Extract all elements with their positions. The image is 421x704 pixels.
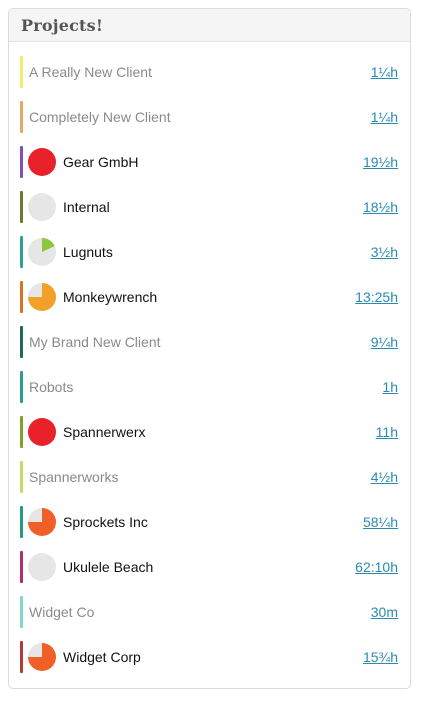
project-color-bar bbox=[20, 551, 23, 583]
project-row: A Really New Client 1¼h bbox=[9, 56, 410, 88]
project-hours-link[interactable]: 4½h bbox=[371, 461, 398, 493]
project-name: Ukulele Beach bbox=[63, 559, 154, 575]
project-name: A Really New Client bbox=[29, 64, 152, 80]
project-name: Robots bbox=[29, 379, 74, 395]
project-color-bar bbox=[20, 641, 23, 673]
project-color-bar bbox=[20, 101, 23, 133]
project-name: Spannerwerx bbox=[63, 424, 146, 440]
project-name: Spannerworks bbox=[29, 469, 119, 485]
project-row: Sprockets Inc 58¼h bbox=[9, 506, 410, 538]
project-hours-link[interactable]: 30m bbox=[371, 596, 398, 628]
project-name: Internal bbox=[63, 199, 110, 215]
project-name: My Brand New Client bbox=[29, 334, 161, 350]
project-color-bar bbox=[20, 506, 23, 538]
project-color-bar bbox=[20, 236, 23, 268]
project-row: Completely New Client 1¼h bbox=[9, 101, 410, 133]
project-hours-link[interactable]: 1¼h bbox=[371, 101, 398, 133]
panel-title: Projects! bbox=[21, 15, 104, 35]
project-hours-link[interactable]: 11h bbox=[376, 416, 398, 448]
project-row: Ukulele Beach 62:10h bbox=[9, 551, 410, 583]
project-color-bar bbox=[20, 281, 23, 313]
project-row: Gear GmbH 19½h bbox=[9, 146, 410, 178]
project-color-bar bbox=[20, 326, 23, 358]
budget-pie-icon bbox=[28, 643, 56, 671]
project-hours-link[interactable]: 13:25h bbox=[355, 281, 398, 313]
project-name: Monkeywrench bbox=[63, 289, 158, 305]
project-hours-link[interactable]: 1h bbox=[382, 371, 398, 403]
project-name: Widget Corp bbox=[63, 649, 141, 665]
project-name: Lugnuts bbox=[63, 244, 113, 260]
project-hours-link[interactable]: 15¾h bbox=[363, 641, 398, 673]
budget-pie-icon bbox=[28, 508, 56, 536]
project-color-bar bbox=[20, 56, 23, 88]
project-color-bar bbox=[20, 146, 23, 178]
project-name: Gear GmbH bbox=[63, 154, 139, 170]
projects-panel: Projects! A Really New Client 1¼h Complete… bbox=[8, 8, 411, 689]
project-row: Robots 1h bbox=[9, 371, 410, 403]
project-hours-link[interactable]: 19½h bbox=[363, 146, 398, 178]
panel-header: Projects! bbox=[9, 9, 410, 42]
project-name: Sprockets Inc bbox=[63, 514, 148, 530]
project-color-bar bbox=[20, 596, 23, 628]
project-hours-link[interactable]: 9¼h bbox=[371, 326, 398, 358]
budget-pie-icon bbox=[28, 193, 56, 221]
project-row: Lugnuts 3½h bbox=[9, 236, 410, 268]
project-color-bar bbox=[20, 191, 23, 223]
project-hours-link[interactable]: 58¼h bbox=[363, 506, 398, 538]
budget-pie-icon bbox=[28, 238, 56, 266]
project-row: Spannerworks 4½h bbox=[9, 461, 410, 493]
project-row: Spannerwerx 11h bbox=[9, 416, 410, 448]
project-row: Monkeywrench 13:25h bbox=[9, 281, 410, 313]
project-color-bar bbox=[20, 416, 23, 448]
project-hours-link[interactable]: 3½h bbox=[371, 236, 398, 268]
budget-pie-icon bbox=[28, 553, 56, 581]
project-row: My Brand New Client 9¼h bbox=[9, 326, 410, 358]
project-color-bar bbox=[20, 371, 23, 403]
project-color-bar bbox=[20, 461, 23, 493]
project-name: Completely New Client bbox=[29, 109, 171, 125]
project-row: Widget Co 30m bbox=[9, 596, 410, 628]
project-hours-link[interactable]: 18½h bbox=[363, 191, 398, 223]
project-hours-link[interactable]: 62:10h bbox=[355, 551, 398, 583]
budget-pie-icon bbox=[28, 148, 56, 176]
budget-pie-icon bbox=[28, 283, 56, 311]
project-name: Widget Co bbox=[29, 604, 95, 620]
project-hours-link[interactable]: 1¼h bbox=[371, 56, 398, 88]
project-row: Widget Corp 15¾h bbox=[9, 641, 410, 673]
budget-pie-icon bbox=[28, 418, 56, 446]
project-row: Internal 18½h bbox=[9, 191, 410, 223]
